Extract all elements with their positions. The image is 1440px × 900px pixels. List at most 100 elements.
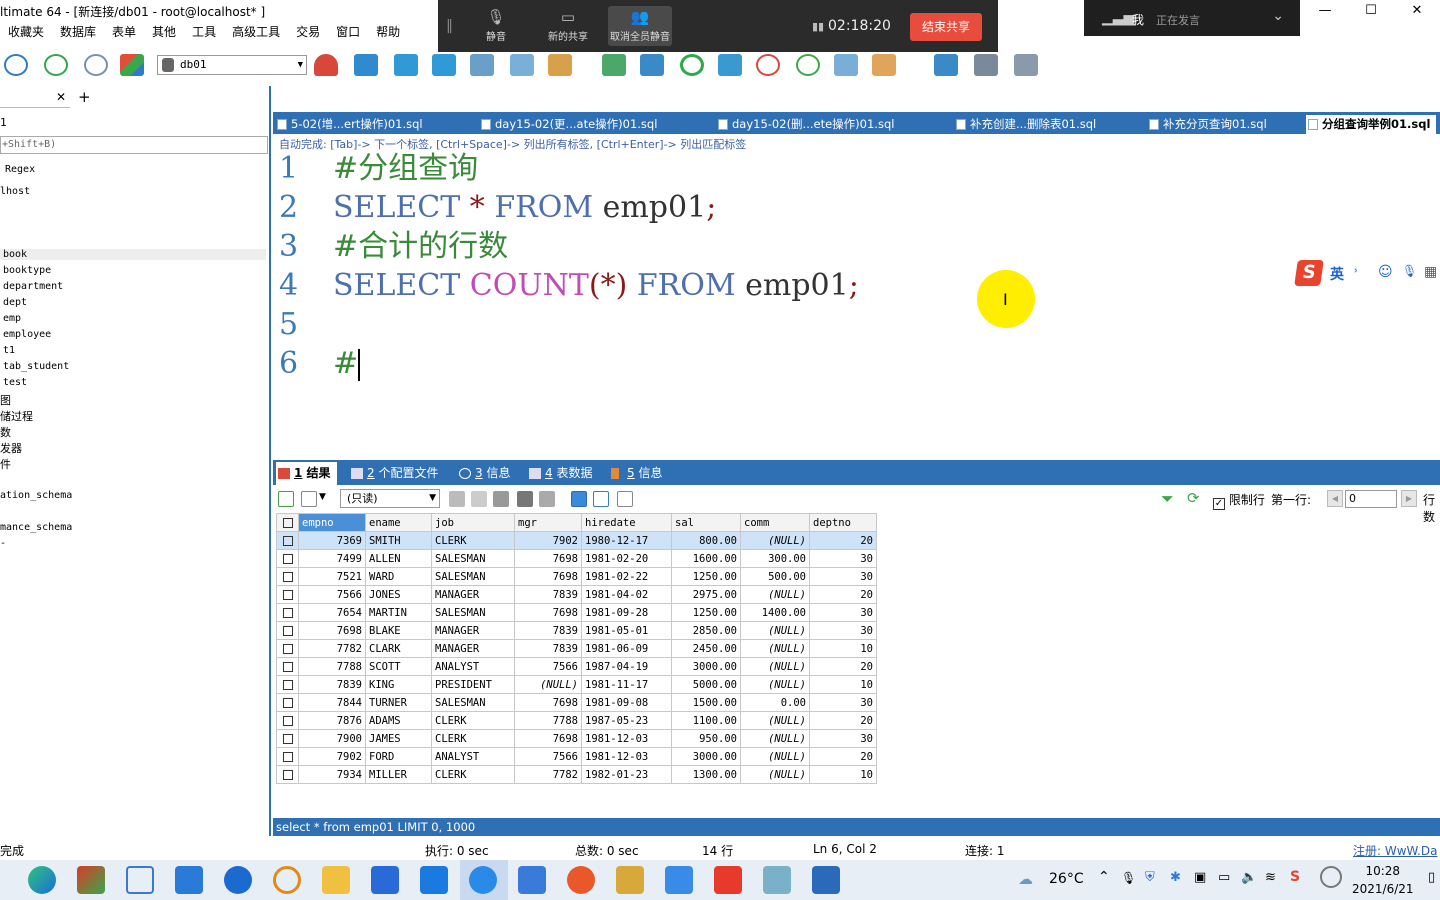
table-cell-empno[interactable]: 7521 [298,567,366,586]
table-cell-ename[interactable]: SCOTT [365,657,432,676]
table-cell-ename[interactable]: FORD [365,747,432,766]
filter-icon[interactable]: ⏷ [1161,489,1174,509]
table-cell-job[interactable]: MANAGER [431,585,515,604]
import-icon[interactable] [470,54,494,76]
speaker-indicator[interactable]: ▁▃▅ 我 正在发言 ⌄ [1084,0,1300,36]
table-cell-job[interactable]: CLERK [431,729,515,748]
schema-node[interactable]: mance_schema [0,522,72,533]
table-cell-comm[interactable]: (NULL) [740,729,810,748]
table-row[interactable]: 7876 ADAMS CLERK 7788 1987-05-23 1100.00 (NULL… [276,711,877,730]
select-all-checkbox[interactable] [276,513,299,532]
table-cell-ename[interactable]: MILLER [365,765,432,784]
sogou-tray-icon[interactable]: S [1290,869,1300,885]
table-node[interactable]: department [3,281,63,292]
row-checkbox[interactable] [276,549,299,568]
table-cell-job[interactable]: CLERK [431,765,515,784]
sync-data-icon[interactable] [640,54,664,76]
column-header[interactable]: mgr [514,513,582,532]
table-cell-mgr[interactable]: 7698 [514,567,582,586]
table-cell-deptno[interactable]: 30 [809,693,877,712]
table-cell-sal[interactable]: 3000.00 [671,747,741,766]
table-cell-ename[interactable]: JAMES [365,729,432,748]
table-cell-empno[interactable]: 7902 [298,747,366,766]
table-cell-hiredate[interactable]: 1981-05-01 [581,621,672,640]
tab-messages[interactable]: 3 信息 [457,462,510,485]
table-cell-mgr[interactable]: 7902 [514,531,582,550]
ime-icon[interactable]: ≋ [1265,870,1276,885]
triggers-node[interactable]: 发器 [0,440,22,456]
table-cell-ename[interactable]: CLARK [365,639,432,658]
table-row[interactable]: 7369 SMITH CLERK 7902 1980-12-17 800.00 (NULL)… [276,531,877,550]
table-cell-deptno[interactable]: 10 [809,639,877,658]
table-cell-empno[interactable]: 7934 [298,765,366,784]
schema-compare-icon[interactable] [872,54,896,76]
app-icon[interactable] [763,866,791,894]
editor-tab[interactable]: day15-02(更...ate操作)01.sql [479,115,657,134]
file-explorer-icon[interactable] [322,866,350,894]
table-cell-sal[interactable]: 1500.00 [671,693,741,712]
column-header[interactable]: deptno [809,513,877,532]
table-cell-deptno[interactable]: 20 [809,585,877,604]
app-icon[interactable] [616,866,644,894]
row-checkbox[interactable] [276,621,299,640]
editor-tab[interactable]: 补充分页查询01.sql [1147,115,1267,134]
table-node[interactable]: test [3,377,27,388]
table-node[interactable]: book [0,249,266,260]
table-cell-mgr[interactable]: 7698 [514,549,582,568]
menu-tools[interactable]: 工具 [184,23,224,41]
table-cell-hiredate[interactable]: 1981-06-09 [581,639,672,658]
sql-editor[interactable]: 1 #分组查询 2 SELECT * FROM emp01; 3 #合计的行数 4 SE… [273,150,1440,458]
ime-language[interactable]: 英 [1330,264,1344,284]
delete-icon[interactable] [517,491,533,507]
table-cell-comm[interactable]: (NULL) [740,747,810,766]
table-cell-empno[interactable]: 7499 [298,549,366,568]
app-icon[interactable] [77,866,105,894]
table-cell-deptno[interactable]: 10 [809,675,877,694]
app-icon[interactable] [469,866,497,894]
execute-edit-icon[interactable] [84,54,108,76]
table-cell-sal[interactable]: 2850.00 [671,621,741,640]
job-agent-icon[interactable] [796,54,820,76]
regex-option[interactable]: Regex [5,164,35,175]
table-cell-empno[interactable]: 7698 [298,621,366,640]
table-cell-empno[interactable]: 7876 [298,711,366,730]
table-cell-hiredate[interactable]: 1981-02-20 [581,549,672,568]
table-cell-empno[interactable]: 7839 [298,675,366,694]
table-cell-deptno[interactable]: 30 [809,603,877,622]
table-cell-ename[interactable]: JONES [365,585,432,604]
table-cell-mgr[interactable]: 7698 [514,693,582,712]
table-row[interactable]: 7844 TURNER SALESMAN 7698 1981-09-08 1500.00 0… [276,693,877,712]
table-cell-comm[interactable]: 300.00 [740,549,810,568]
table-cell-job[interactable]: CLERK [431,531,515,550]
microphone-icon[interactable]: 🎙 [1402,264,1417,278]
table-cell-sal[interactable]: 2975.00 [671,585,741,604]
restore-icon[interactable] [394,54,418,76]
table-cell-job[interactable]: CLERK [431,711,515,730]
editor-tab-active[interactable]: 分组查询举例01.sql [1306,115,1437,134]
mute-button[interactable]: 🎙 静音 [466,6,526,46]
table-cell-ename[interactable]: ALLEN [365,549,432,568]
table-cell-comm[interactable]: (NULL) [740,657,810,676]
table-row[interactable]: 7902 FORD ANALYST 7566 1981-12-03 3000.00 (NUL… [276,747,877,766]
table-cell-sal[interactable]: 1250.00 [671,603,741,622]
functions-node[interactable]: 数 [0,424,11,440]
menu-transaction[interactable]: 交易 [288,23,328,41]
table-cell-mgr[interactable]: 7698 [514,729,582,748]
table-cell-hiredate[interactable]: 1981-09-28 [581,603,672,622]
table-row[interactable]: 7698 BLAKE MANAGER 7839 1981-05-01 2850.00 (NU… [276,621,877,640]
table-cell-comm[interactable]: 1400.00 [740,603,810,622]
table-cell-hiredate[interactable]: 1981-11-17 [581,675,672,694]
user-manager-icon[interactable] [314,54,338,76]
duplicate-icon[interactable] [471,491,487,507]
table-cell-mgr[interactable]: 7566 [514,747,582,766]
table-cell-hiredate[interactable]: 1981-12-03 [581,729,672,748]
table-cell-sal[interactable]: 3000.00 [671,657,741,676]
add-tab-icon[interactable]: + [78,88,91,106]
row-checkbox[interactable] [276,585,299,604]
table-cell-sal[interactable]: 1300.00 [671,765,741,784]
table-cell-job[interactable]: ANALYST [431,747,515,766]
procedures-node[interactable]: 储过程 [0,408,33,424]
table-cell-hiredate[interactable]: 1980-12-17 [581,531,672,550]
table-row[interactable]: 7521 WARD SALESMAN 7698 1981-02-22 1250.00 500… [276,567,877,586]
table-cell-sal[interactable]: 1600.00 [671,549,741,568]
